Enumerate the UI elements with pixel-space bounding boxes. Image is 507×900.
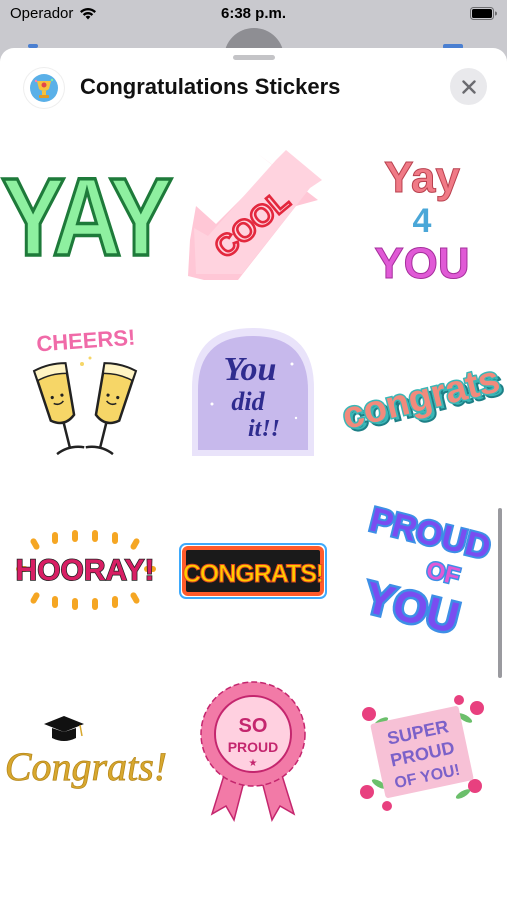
sticker-cool-art: COOL <box>188 150 322 280</box>
battery-icon <box>470 7 497 24</box>
close-icon <box>461 79 476 94</box>
sticker-congrats-banner-art: CONGRATS! <box>179 543 327 599</box>
sticker-congrats-script[interactable]: Congrats! <box>4 674 168 824</box>
sticker-congrats-script-art: Congrats! <box>4 716 168 789</box>
sticker-so-proud-line-1: SO <box>239 715 268 737</box>
sticker-you-did-it[interactable]: You did it!! <box>178 318 328 468</box>
sticker-proud-of-you-art: PROUD OF YOU <box>357 499 496 646</box>
sticker-you-did-it-line-1: You <box>224 351 277 388</box>
sticker-congrats-script-text: Congrats! <box>5 744 167 789</box>
sticker-yay[interactable]: YAY <box>0 140 178 290</box>
sheet-title: Congratulations Stickers <box>80 74 341 99</box>
sticker-cool[interactable]: COOL <box>178 140 328 290</box>
sticker-congrats-banner[interactable]: CONGRATS! <box>178 496 328 646</box>
sheet-header: Congratulations Stickers <box>0 66 507 110</box>
app-icon <box>24 68 64 108</box>
sticker-cheers[interactable]: CHEERS! <box>10 318 160 468</box>
sticker-you-did-it-line-3: it!! <box>248 416 280 442</box>
sticker-so-proud-line-2: PROUD <box>228 739 279 755</box>
sticker-congrats-3d-art: congrats congrats <box>337 357 507 442</box>
sticker-cheers-art: CHEERS! <box>32 325 138 456</box>
sticker-hooray-text: HOORAY! <box>16 554 155 587</box>
sticker-hooray-art: HOORAY! <box>15 530 156 610</box>
sticker-you-did-it-art: You did it!! <box>192 328 314 456</box>
sticker-proud-of-you[interactable]: PROUD OF YOU <box>347 496 497 646</box>
sticker-yay-4-you-line-3: YOU <box>374 239 469 288</box>
sticker-sheet: Congratulations Stickers YAY COOL Yay 4 … <box>0 48 507 900</box>
sticker-you-did-it-line-2: did <box>231 387 265 416</box>
sticker-yay-text: YAY <box>1 155 172 279</box>
sticker-super-proud-art: SUPER PROUD OF YOU! <box>360 695 484 811</box>
sticker-yay-4-you-line-2: 4 <box>413 202 432 240</box>
close-button[interactable] <box>450 68 487 105</box>
sticker-proud-of-you-line-2: OF <box>424 557 463 591</box>
scroll-indicator[interactable] <box>498 508 502 678</box>
status-bar: Operador 6:38 p.m. <box>0 0 507 30</box>
sheet-grabber[interactable] <box>233 55 275 60</box>
sticker-yay-art: YAY <box>0 153 178 280</box>
sticker-super-proud[interactable]: SUPER PROUD OF YOU! <box>347 674 497 824</box>
sticker-congrats-3d-text: congrats <box>338 358 504 438</box>
sticker-congrats-banner-text: CONGRATS! <box>183 560 324 588</box>
sticker-yay-4-you-line-1: Yay <box>384 153 460 202</box>
sticker-congrats-3d[interactable]: congrats congrats <box>337 318 507 468</box>
svg-text:★: ★ <box>249 758 258 769</box>
sticker-yay-4-you[interactable]: Yay 4 YOU <box>347 140 497 290</box>
sticker-so-proud[interactable]: SO PROUD ★ <box>178 674 328 824</box>
sticker-hooray[interactable]: HOORAY! <box>10 496 160 646</box>
sticker-so-proud-art: SO PROUD ★ <box>200 681 306 822</box>
sticker-cheers-text: CHEERS! <box>36 325 137 357</box>
status-time: 6:38 p.m. <box>220 5 287 22</box>
sticker-yay-4-you-art: Yay 4 YOU <box>374 153 470 289</box>
graduation-cap-icon <box>44 716 84 741</box>
trophy-icon <box>30 74 58 102</box>
screen: Operador 6:38 p.m. Congratulations Stick… <box>0 0 507 900</box>
